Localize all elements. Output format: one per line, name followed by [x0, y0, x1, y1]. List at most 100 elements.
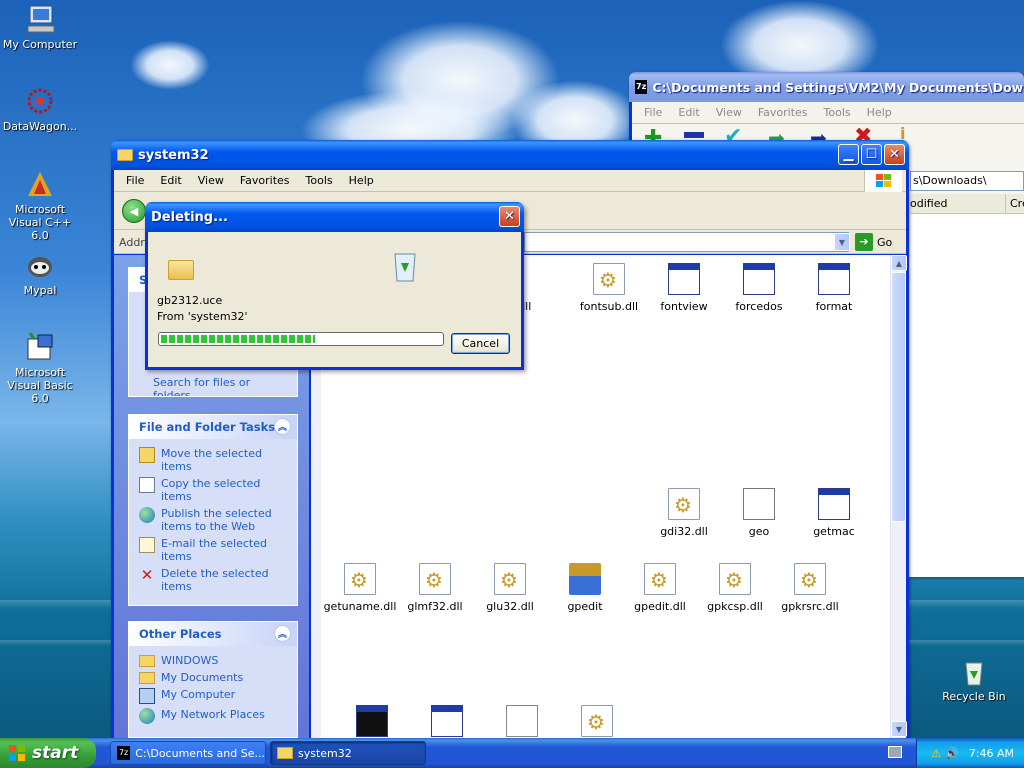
task-copy[interactable]: Copy the selected items — [129, 475, 297, 505]
file-area-scrollbar[interactable]: ▲ ▼ — [890, 255, 907, 738]
cancel-button[interactable]: Cancel — [451, 333, 510, 354]
menu-help[interactable]: Help — [341, 174, 382, 187]
desktop-icon-recycle-bin[interactable]: Recycle Bin — [934, 655, 1014, 703]
menu-tools[interactable]: Tools — [816, 106, 859, 119]
file-partial-1[interactable] — [334, 705, 410, 742]
file-item[interactable]: gpedit — [547, 563, 623, 613]
menu-tools[interactable]: Tools — [298, 174, 341, 187]
collapse-chevron-icon[interactable]: ︽ — [274, 418, 291, 435]
place-my-computer[interactable]: My Computer — [129, 686, 297, 706]
menu-file[interactable]: File — [636, 106, 670, 119]
desktop-icon-mypal[interactable]: Mypal — [0, 249, 80, 297]
place-my-documents[interactable]: My Documents — [129, 669, 297, 686]
recycle-bin-icon — [392, 250, 418, 282]
task-label: E-mail the selected items — [161, 537, 267, 563]
file-item[interactable]: gpkcsp.dll — [697, 563, 773, 613]
back-button[interactable]: ◀ — [122, 199, 146, 223]
back-arrow-icon: ◀ — [129, 204, 139, 218]
menu-help[interactable]: Help — [859, 106, 900, 119]
dll-icon — [794, 563, 826, 595]
file-item[interactable]: gpkrsrc.dll — [772, 563, 848, 613]
extract-icon[interactable] — [684, 132, 704, 138]
place-my-network[interactable]: My Network Places — [129, 706, 297, 726]
column-created[interactable]: Crea — [1005, 194, 1024, 214]
file-item[interactable]: glu32.dll — [472, 563, 548, 613]
go-button[interactable]: ➔ Go — [855, 232, 905, 252]
task-publish[interactable]: Publish the selected items to the Web — [129, 505, 297, 535]
desktop-icon-visual-cpp[interactable]: Microsoft Visual C++ 6.0 — [0, 168, 80, 242]
back-address-bar[interactable]: s\Downloads\ — [910, 171, 1024, 191]
search-files-link[interactable]: Search for files or folders — [153, 376, 273, 396]
dll-icon — [593, 263, 625, 295]
task-button-7zip[interactable]: 7z C:\Documents and Se... — [110, 741, 266, 765]
file-folder-tasks-header[interactable]: File and Folder Tasks ︽ — [129, 415, 297, 439]
explorer-titlebar[interactable]: system32 ▁ ☐ ✕ — [111, 140, 909, 170]
file-item[interactable]: geo — [721, 488, 797, 538]
file-item[interactable]: gdi32.dll — [646, 488, 722, 538]
clock[interactable]: 7:46 AM — [969, 747, 1014, 760]
file-item[interactable]: format — [796, 263, 872, 313]
address-input[interactable] — [524, 232, 849, 252]
menu-view[interactable]: View — [708, 106, 750, 119]
file-label: glmf32.dll — [407, 600, 463, 613]
place-windows[interactable]: WINDOWS — [129, 652, 297, 669]
task-email[interactable]: E-mail the selected items — [129, 535, 297, 565]
start-button[interactable]: start — [0, 738, 96, 768]
close-button[interactable]: ✕ — [884, 144, 905, 165]
maximize-icon: ☐ — [865, 147, 878, 162]
file-label: gpkrsrc.dll — [781, 600, 839, 613]
file-item[interactable]: getuname.dll — [322, 563, 398, 613]
column-modified[interactable]: odified — [910, 194, 947, 214]
dialog-close-button[interactable]: ✕ — [499, 206, 520, 227]
file-label: gpedit — [567, 600, 603, 613]
datawagon-icon — [24, 85, 56, 117]
folder-icon — [277, 747, 293, 759]
other-places-header[interactable]: Other Places ︽ — [129, 622, 297, 646]
volume-icon[interactable]: 🔊 — [945, 747, 959, 760]
system-tray: ⚠ 🔊 7:46 AM — [916, 738, 1024, 768]
file-item[interactable]: fontview — [646, 263, 722, 313]
task-move[interactable]: Move the selected items — [129, 445, 297, 475]
file-partial-4[interactable] — [559, 705, 635, 742]
network-warning-icon[interactable]: ⚠ — [931, 747, 941, 760]
move-icon — [139, 447, 155, 463]
file-partial-3[interactable] — [484, 705, 560, 742]
menu-favorites[interactable]: Favorites — [750, 106, 816, 119]
menu-edit[interactable]: Edit — [670, 106, 707, 119]
back-window-title: C:\Documents and Settings\VM2\My Documen… — [652, 79, 1024, 95]
address-dropdown[interactable]: ▼ — [834, 233, 850, 251]
file-partial-2[interactable] — [409, 705, 485, 742]
dialog-titlebar[interactable]: Deleting... ✕ — [145, 202, 524, 232]
desktop-icon-datawagon[interactable]: DataWagon... — [0, 85, 80, 133]
menu-edit[interactable]: Edit — [152, 174, 189, 187]
collapse-chevron-icon[interactable]: ︽ — [274, 625, 291, 642]
desktop-icon-my-computer[interactable]: My Computer — [0, 3, 80, 51]
folder-icon — [117, 149, 133, 161]
file-item[interactable]: fontsub.dll — [571, 263, 647, 313]
task-delete[interactable]: ✕ Delete the selected items — [129, 565, 297, 595]
seven-zip-icon: 7z — [635, 80, 648, 94]
file-item[interactable]: glmf32.dll — [397, 563, 473, 613]
source-folder-icon — [168, 260, 194, 280]
scroll-thumb[interactable] — [891, 272, 906, 522]
file-item[interactable]: getmac — [796, 488, 872, 538]
exe-icon — [743, 263, 775, 295]
maximize-button[interactable]: ☐ — [861, 144, 882, 165]
copy-icon — [139, 477, 155, 493]
file-item[interactable]: gpedit.dll — [622, 563, 698, 613]
scroll-down-button[interactable]: ▼ — [891, 721, 907, 737]
desktop-icon-visual-basic[interactable]: Microsoft Visual Basic 6.0 — [0, 331, 80, 405]
dll-icon — [581, 705, 613, 737]
back-window-titlebar[interactable]: 7z C:\Documents and Settings\VM2\My Docu… — [629, 72, 1024, 102]
menu-favorites[interactable]: Favorites — [232, 174, 298, 187]
file-item[interactable]: forcedos — [721, 263, 797, 313]
deleting-dialog[interactable]: Deleting... ✕ gb2312.uce From 'system32'… — [145, 202, 524, 370]
menu-file[interactable]: File — [118, 174, 152, 187]
seven-zip-icon: 7z — [117, 746, 131, 760]
keyboard-icon[interactable] — [888, 746, 902, 758]
task-button-system32[interactable]: system32 — [270, 741, 426, 765]
other-places-title: Other Places — [139, 627, 222, 641]
minimize-button[interactable]: ▁ — [838, 144, 859, 165]
menu-view[interactable]: View — [190, 174, 232, 187]
scroll-up-button[interactable]: ▲ — [891, 255, 907, 271]
